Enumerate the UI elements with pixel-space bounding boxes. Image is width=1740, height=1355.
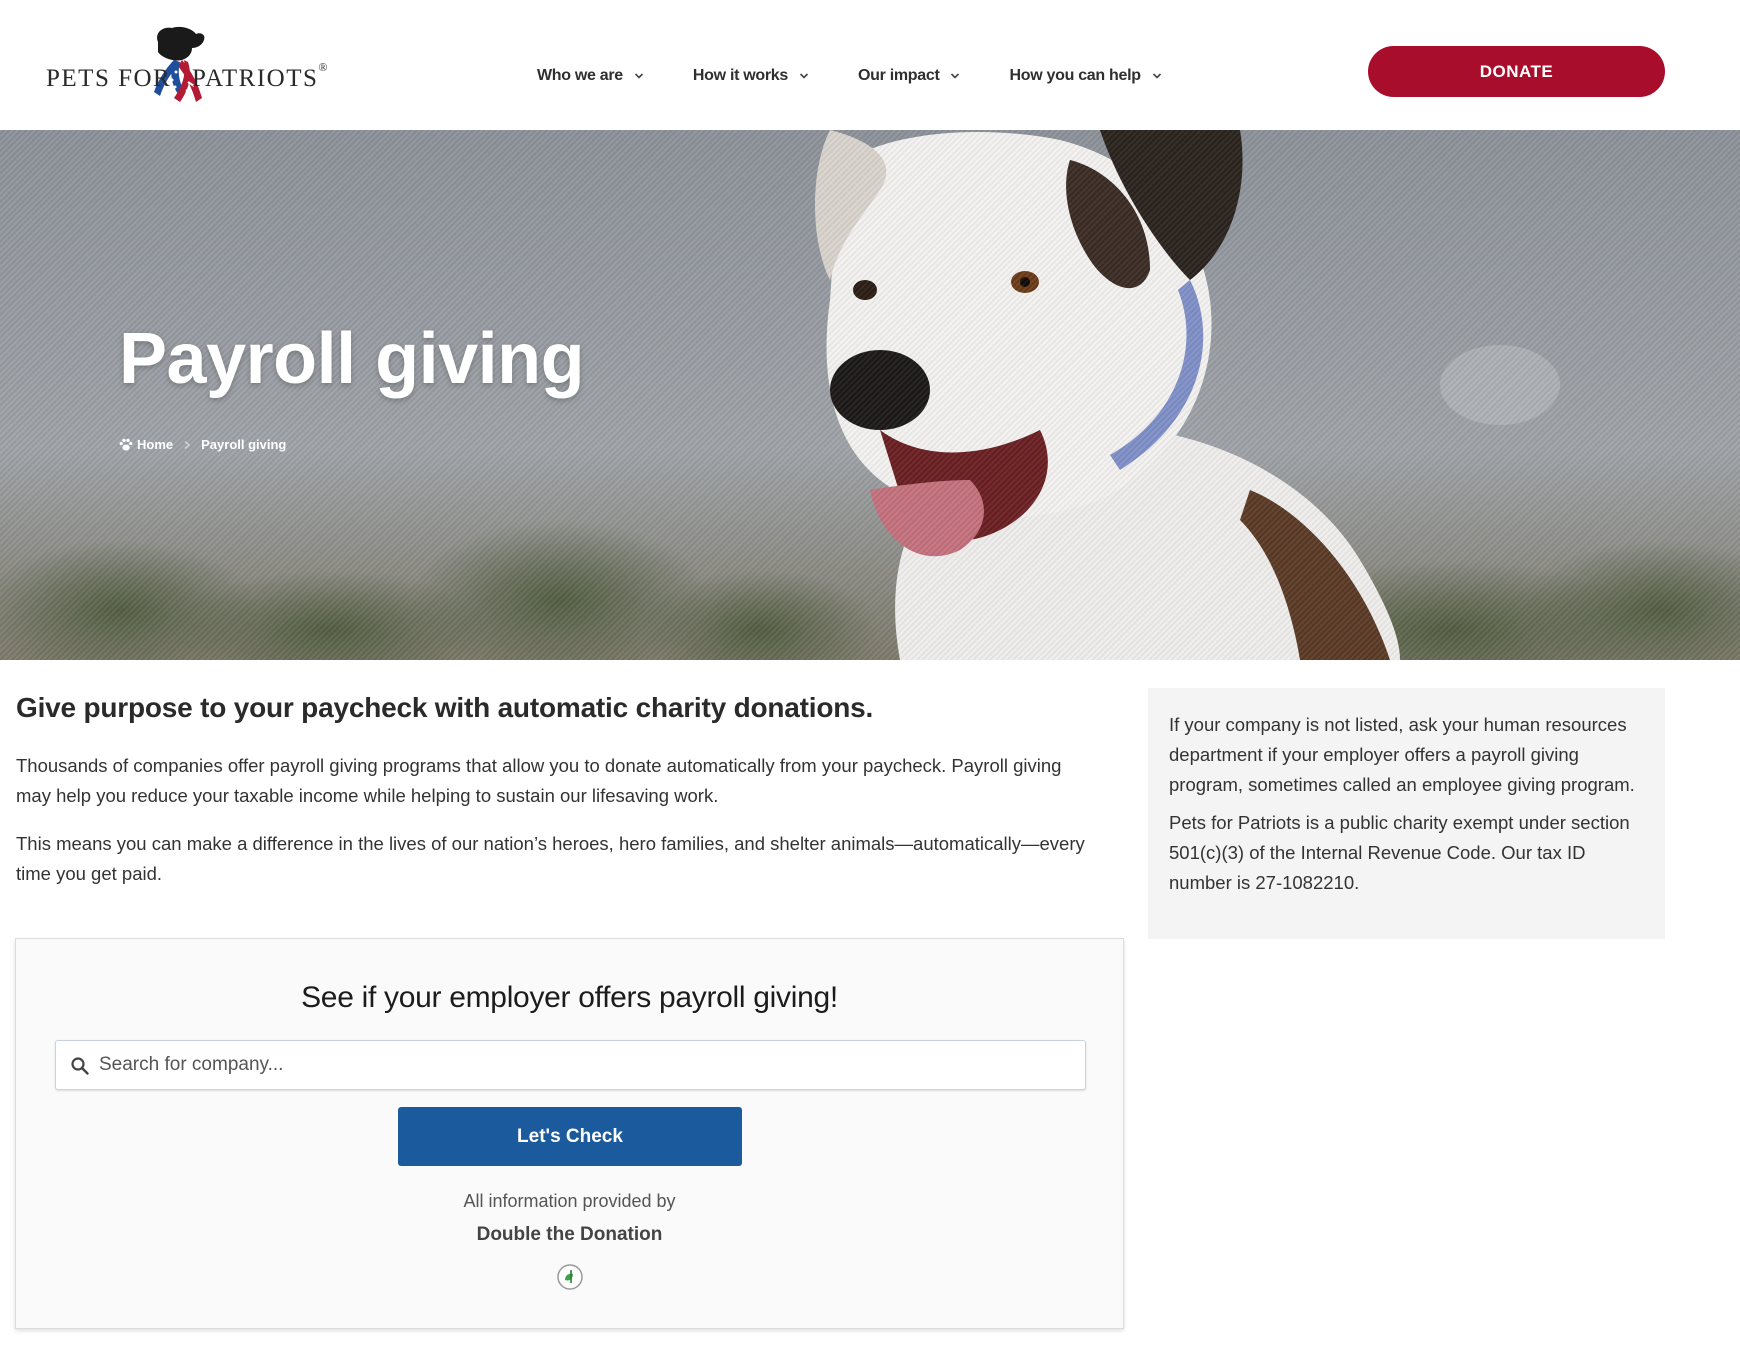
nav-label: How you can help <box>1009 67 1141 84</box>
main-nav: Who we are How it works Our impact How y… <box>537 64 1163 88</box>
nav-label: How it works <box>692 67 789 84</box>
provider-name[interactable]: Double the Donation <box>16 1224 1123 1246</box>
nav-item-who-we-are[interactable]: Who we are <box>537 64 645 88</box>
search-icon <box>71 1057 89 1075</box>
nav-item-how-you-can-help[interactable]: How you can help <box>1009 64 1162 88</box>
employer-search-widget: See if your employer offers payroll givi… <box>15 938 1124 1329</box>
nav-label: Our impact <box>858 67 940 84</box>
company-search-input[interactable] <box>99 1041 1069 1089</box>
nav-item-how-it-works[interactable]: How it works <box>693 64 810 88</box>
chevron-down-icon <box>634 73 643 79</box>
nav-label: Who we are <box>537 67 623 84</box>
paw-icon <box>119 438 133 451</box>
breadcrumb-current: Payroll giving <box>201 437 287 452</box>
logo-text-patriots: PATRIOTS <box>192 65 319 92</box>
nav-item-our-impact[interactable]: Our impact <box>858 64 961 88</box>
page-title: Payroll giving <box>119 319 585 399</box>
breadcrumb: Home Payroll giving <box>119 437 286 452</box>
info-sidebar: If your company is not listed, ask your … <box>1148 688 1665 939</box>
provided-by-text: All information provided by <box>463 1191 676 1211</box>
chevron-down-icon <box>799 73 809 79</box>
search-box <box>55 1040 1086 1090</box>
sidebar-paragraph: If your company is not listed, ask your … <box>1169 714 1635 795</box>
section-heading: Give purpose to your paycheck with autom… <box>16 692 874 723</box>
registered-mark: ® <box>318 59 328 74</box>
widget-title: See if your employer offers payroll givi… <box>301 981 838 1014</box>
chevron-down-icon <box>951 73 960 79</box>
logo-text-right: PATRIOTS® <box>192 60 328 93</box>
breadcrumb-home-link[interactable]: Home <box>137 437 173 452</box>
benefit-paragraph: This means you can make a difference in … <box>16 833 1085 884</box>
site-header: PETS FOR PATRIOTS® Who we are How it wor… <box>0 0 1740 130</box>
logo-text-left: PETS FOR <box>46 65 172 92</box>
hero-banner: Payroll giving Home Payroll giving <box>0 130 1740 660</box>
chevron-down-icon <box>1152 73 1161 79</box>
intro-paragraph: Thousands of companies offer payroll giv… <box>16 755 1062 806</box>
site-logo[interactable]: PETS FOR PATRIOTS® <box>46 24 336 116</box>
double-the-donation-icon[interactable] <box>556 1263 584 1291</box>
sidebar-paragraph: Pets for Patriots is a public charity ex… <box>1169 812 1630 893</box>
lets-check-button[interactable]: Let's Check <box>398 1107 742 1166</box>
donate-button[interactable]: DONATE <box>1368 46 1665 97</box>
chevron-right-icon <box>184 440 191 449</box>
